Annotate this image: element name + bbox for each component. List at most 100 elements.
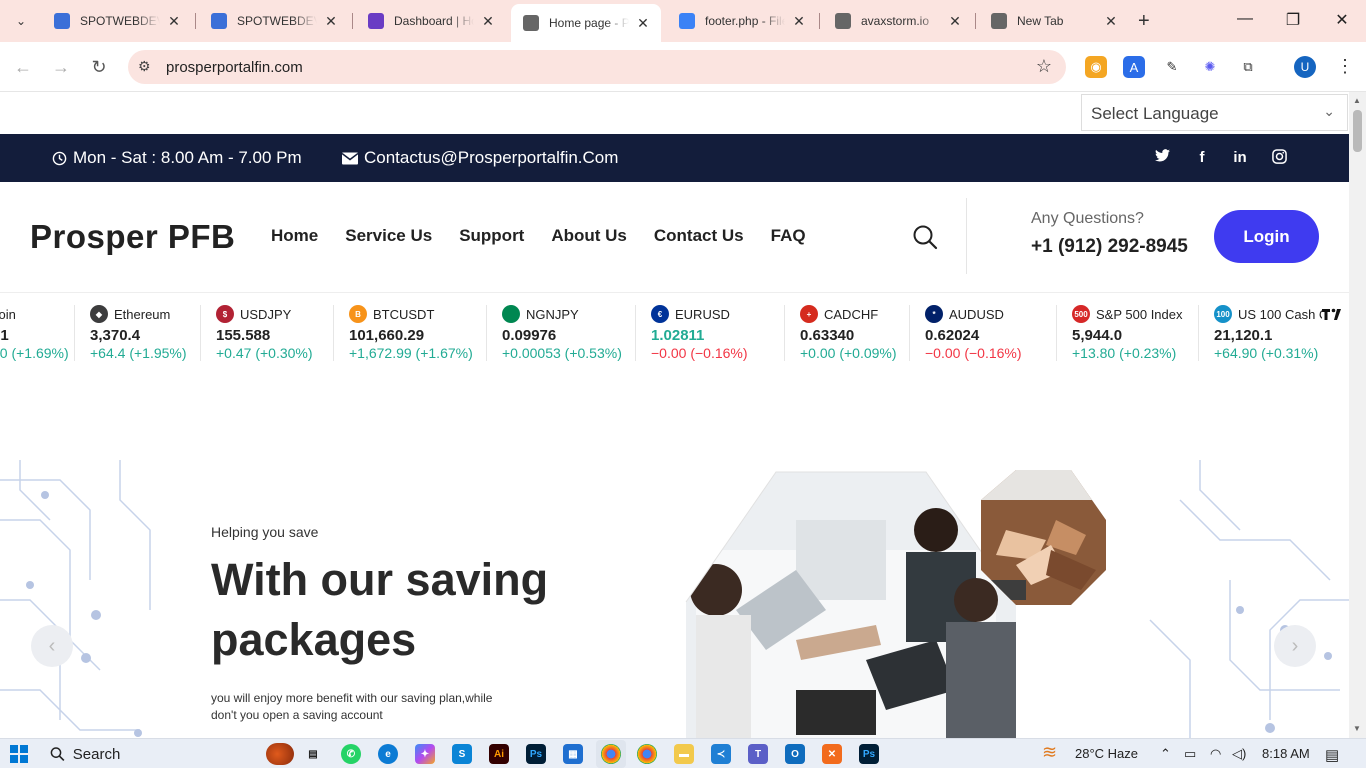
browser-tab[interactable]: Home page - P ✕ bbox=[511, 4, 661, 42]
back-icon[interactable]: ← bbox=[10, 54, 36, 80]
globe-icon bbox=[835, 13, 851, 29]
copilot-icon[interactable]: ✦ bbox=[415, 744, 435, 764]
ticker-name: NGNJPY bbox=[526, 306, 579, 322]
show-hidden-icons-chevron-icon[interactable]: ⌃ bbox=[1160, 746, 1171, 762]
outlook-icon[interactable]: O bbox=[785, 744, 805, 764]
ticker-symbol: € EURUSD bbox=[651, 303, 748, 325]
skype-icon[interactable]: S bbox=[452, 744, 472, 764]
market-ticker[interactable]: coin 6100 (+1.69%) ◆ Ethereum 3,370.4+64.4 (… bbox=[0, 292, 1349, 370]
page-scrollbar[interactable]: ▲ ▼ bbox=[1349, 92, 1366, 738]
ticker-separator bbox=[909, 305, 910, 361]
slider-prev-button[interactable]: ‹ bbox=[31, 625, 73, 667]
tab-search-chevron-icon[interactable]: ⌄ bbox=[8, 8, 34, 34]
tab-close-icon[interactable]: ✕ bbox=[480, 13, 496, 30]
extension-gear-icon[interactable]: ✺ bbox=[1199, 56, 1221, 78]
store-icon[interactable]: ▦ bbox=[563, 744, 583, 764]
browser-tab[interactable]: SPOTWEBDEV - ✕ bbox=[42, 6, 192, 36]
tab-close-icon[interactable]: ✕ bbox=[791, 13, 807, 30]
address-url[interactable]: prosperportalfin.com bbox=[166, 59, 303, 76]
search-icon[interactable] bbox=[912, 224, 938, 250]
language-select[interactable]: Select Language ⌄ bbox=[1081, 94, 1348, 131]
browser-menu-icon[interactable]: ⋮ bbox=[1336, 56, 1354, 77]
nav-about-us[interactable]: About Us bbox=[551, 226, 627, 246]
tab-close-icon[interactable]: ✕ bbox=[635, 15, 651, 32]
weather-text[interactable]: 28°C Haze bbox=[1075, 746, 1138, 761]
ticker-item[interactable]: * AUDUSD 0.62024 −0.00 (−0.16%) bbox=[925, 303, 1022, 365]
ticker-item[interactable]: coin 6100 (+1.69%) bbox=[0, 303, 69, 365]
nav-faq[interactable]: FAQ bbox=[771, 226, 806, 246]
chrome-icon[interactable] bbox=[601, 744, 621, 764]
email-text[interactable]: Contactus@Prosperportalfin.Com bbox=[364, 148, 618, 168]
browser-tab[interactable]: Dashboard | Ho ✕ bbox=[356, 6, 506, 36]
taskbar-search[interactable]: Search bbox=[44, 741, 294, 767]
scroll-down-icon[interactable]: ▼ bbox=[1353, 724, 1361, 733]
nav-contact-us[interactable]: Contact Us bbox=[654, 226, 744, 246]
ticker-item[interactable]: 100 US 100 Cash C 21,120.1 +64.90 (+0.31%) bbox=[1214, 303, 1328, 365]
windows-start-icon[interactable] bbox=[10, 745, 28, 763]
ticker-item[interactable]: + CADCHF 0.63340 +0.00 (+0.09%) bbox=[800, 303, 897, 365]
nav-service-us[interactable]: Service Us bbox=[345, 226, 432, 246]
scrollbar-thumb[interactable] bbox=[1353, 110, 1362, 152]
wifi-icon[interactable]: ◠ bbox=[1210, 746, 1221, 762]
browser-tab[interactable]: avaxstorm.io ✕ bbox=[823, 6, 973, 36]
scroll-up-icon[interactable]: ▲ bbox=[1353, 96, 1361, 105]
task-view-icon[interactable]: ▤ bbox=[303, 744, 323, 764]
minimize-icon[interactable]: — bbox=[1230, 10, 1260, 28]
edge-icon[interactable]: e bbox=[378, 744, 398, 764]
extensions-puzzle-icon[interactable]: ⧉ bbox=[1237, 56, 1259, 78]
globe-icon bbox=[523, 15, 539, 31]
address-bar[interactable]: ⚙ prosperportalfin.com ☆ bbox=[128, 50, 1066, 84]
linkedin-icon[interactable]: in bbox=[1230, 149, 1250, 166]
photoshop-icon[interactable]: Ps bbox=[526, 744, 546, 764]
ticker-change: +0.00 (+0.09%) bbox=[800, 345, 897, 361]
tradingview-logo-icon[interactable] bbox=[1322, 307, 1348, 325]
ticker-item[interactable]: ◆ Ethereum 3,370.4 +64.4 (+1.95%) bbox=[90, 303, 187, 365]
tab-close-icon[interactable]: ✕ bbox=[166, 13, 182, 30]
reload-icon[interactable]: ↻ bbox=[86, 54, 112, 80]
photoshop-pinned-icon[interactable]: Ps bbox=[859, 744, 879, 764]
ticker-item[interactable]: NGNJPY 0.09976 +0.00053 (+0.53%) bbox=[502, 303, 622, 365]
teams-icon[interactable]: T bbox=[748, 744, 768, 764]
slider-next-button[interactable]: › bbox=[1274, 625, 1316, 667]
ticker-item[interactable]: € EURUSD 1.02811 −0.00 (−0.16%) bbox=[651, 303, 748, 365]
twitter-icon[interactable] bbox=[1152, 149, 1172, 166]
illustrator-icon[interactable]: Ai bbox=[489, 744, 509, 764]
login-button[interactable]: Login bbox=[1214, 210, 1319, 263]
clock-time[interactable]: 8:18 AM bbox=[1262, 746, 1310, 761]
file-explorer-icon[interactable]: ▬ bbox=[674, 744, 694, 764]
notification-icon[interactable]: ▤ bbox=[1325, 746, 1339, 764]
site-logo[interactable]: Prosper PFB bbox=[30, 218, 235, 256]
site-info-icon[interactable]: ⚙ bbox=[138, 58, 151, 75]
extension-translate-icon[interactable]: A bbox=[1123, 56, 1145, 78]
volume-icon[interactable]: ◁) bbox=[1232, 746, 1246, 762]
phone-number[interactable]: +1 (912) 292-8945 bbox=[1031, 236, 1188, 258]
extension-camera-icon[interactable]: ◉ bbox=[1085, 56, 1107, 78]
battery-icon[interactable]: ▭ bbox=[1184, 746, 1196, 762]
restore-icon[interactable]: ❐ bbox=[1278, 10, 1308, 30]
nav-home[interactable]: Home bbox=[271, 226, 318, 246]
new-tab-button[interactable]: + bbox=[1138, 10, 1150, 33]
instagram-icon[interactable] bbox=[1269, 149, 1289, 168]
vscode-icon[interactable]: ≺ bbox=[711, 744, 731, 764]
contact-email[interactable]: Contactus@Prosperportalfin.Com bbox=[342, 148, 618, 168]
xampp-icon[interactable]: ✕ bbox=[822, 744, 842, 764]
tab-close-icon[interactable]: ✕ bbox=[947, 13, 963, 30]
bookmark-star-icon[interactable]: ☆ bbox=[1036, 56, 1052, 77]
ticker-item[interactable]: 500 S&P 500 Index 5,944.0 +13.80 (+0.23%) bbox=[1072, 303, 1183, 365]
ticker-item[interactable]: $ USDJPY 155.588 +0.47 (+0.30%) bbox=[216, 303, 313, 365]
chrome-profile-icon[interactable] bbox=[637, 744, 657, 764]
extension-eyedropper-icon[interactable]: ✎ bbox=[1161, 56, 1183, 78]
browser-tab[interactable]: New Tab ✕ bbox=[979, 6, 1129, 36]
profile-avatar[interactable]: U bbox=[1294, 56, 1316, 78]
nav-support[interactable]: Support bbox=[459, 226, 524, 246]
tab-close-icon[interactable]: ✕ bbox=[1103, 13, 1119, 30]
browser-tab[interactable]: SPOTWEBDEV - ✕ bbox=[199, 6, 349, 36]
forward-icon[interactable]: → bbox=[48, 54, 74, 80]
close-window-icon[interactable]: ✕ bbox=[1327, 10, 1357, 30]
whatsapp-icon[interactable]: ✆ bbox=[341, 744, 361, 764]
ticker-item[interactable]: B BTCUSDT 101,660.29 +1,672.99 (+1.67%) bbox=[349, 303, 473, 365]
browser-tab[interactable]: footer.php - File ✕ bbox=[667, 6, 817, 36]
ticker-change: +64.90 (+0.31%) bbox=[1214, 345, 1319, 361]
facebook-icon[interactable]: f bbox=[1192, 149, 1212, 166]
tab-close-icon[interactable]: ✕ bbox=[323, 13, 339, 30]
